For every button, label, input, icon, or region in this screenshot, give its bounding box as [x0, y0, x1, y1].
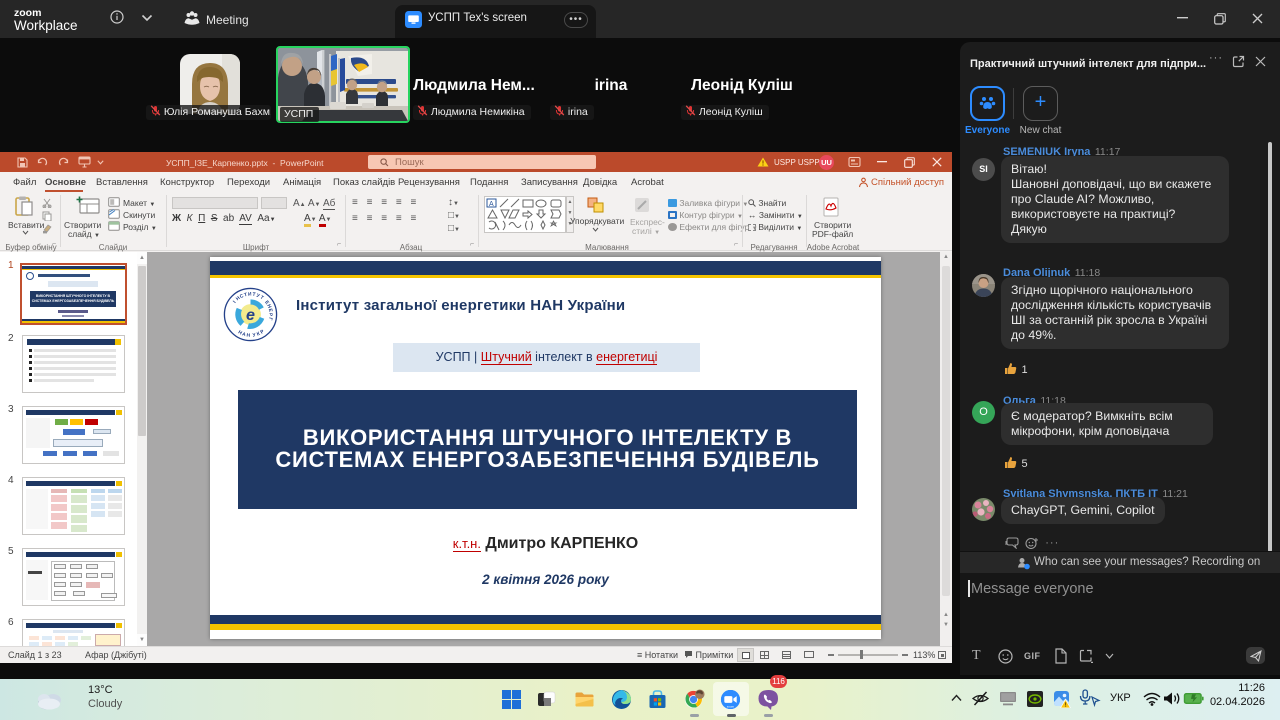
svg-text:A: A — [489, 201, 494, 208]
svg-text:e: e — [246, 306, 255, 324]
svg-text:zoom: zoom — [727, 705, 735, 709]
